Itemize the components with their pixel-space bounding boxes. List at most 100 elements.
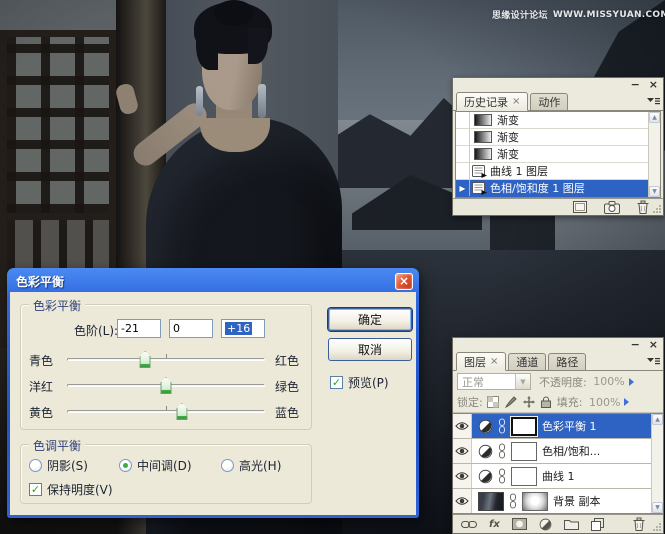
history-state-row[interactable]: 渐变 — [456, 129, 660, 146]
layer-row-color-balance[interactable]: 色彩平衡 1 — [453, 414, 663, 439]
preview-checkbox[interactable]: ✓ 预览(P) — [330, 374, 389, 391]
scroll-down-icon[interactable]: ▼ — [649, 186, 660, 197]
layer-mask-thumbnail[interactable] — [511, 417, 537, 436]
layer-row-hue-saturation[interactable]: 色相/饱和... — [453, 439, 663, 464]
checkbox-label: 保持明度(V) — [47, 481, 113, 498]
tab-history[interactable]: 历史记录 × — [456, 92, 528, 111]
history-state-label: 渐变 — [497, 129, 519, 145]
scroll-down-icon[interactable]: ▼ — [652, 502, 663, 513]
adjustment-layer-icon[interactable] — [478, 419, 493, 434]
add-layer-mask-icon[interactable] — [512, 518, 527, 530]
layer-mask-thumbnail[interactable] — [511, 467, 537, 486]
layers-scrollbar[interactable]: ▲ ▼ — [651, 414, 663, 513]
radio-highlights[interactable]: 高光(H) — [221, 457, 281, 474]
scroll-up-icon[interactable]: ▲ — [649, 112, 660, 123]
history-source-well[interactable] — [456, 129, 470, 145]
panel-menu-icon[interactable] — [646, 355, 660, 367]
adjustment-layer-icon[interactable] — [478, 444, 493, 459]
checkbox-checked-icon[interactable]: ✓ — [29, 483, 42, 496]
resize-grip[interactable] — [652, 204, 662, 214]
radio-icon[interactable] — [29, 459, 42, 472]
delete-trash-icon[interactable] — [637, 200, 649, 214]
dialog-titlebar[interactable]: 色彩平衡 × — [10, 270, 416, 292]
link-layers-chain-icon[interactable] — [461, 520, 477, 529]
radio-label: 阴影(S) — [47, 457, 88, 474]
blend-mode-select[interactable]: 正常 ▼ — [457, 373, 531, 390]
radio-midtones[interactable]: 中间调(D) — [119, 457, 192, 474]
fill-slider-arrow-icon[interactable] — [624, 398, 629, 406]
mask-link-icon[interactable] — [498, 418, 506, 434]
cancel-button[interactable]: 取消 — [328, 338, 412, 361]
preserve-luminosity-checkbox[interactable]: ✓ 保持明度(V) — [29, 481, 113, 498]
radio-shadows[interactable]: 阴影(S) — [29, 457, 88, 474]
radio-icon-selected[interactable] — [119, 459, 132, 472]
history-source-well[interactable] — [456, 112, 470, 128]
tab-layers[interactable]: 图层 × — [456, 352, 506, 371]
new-document-from-state-icon[interactable] — [573, 201, 587, 213]
mask-link-icon[interactable] — [498, 468, 506, 484]
layer-visibility-eye-icon[interactable] — [453, 439, 472, 463]
tab-channels[interactable]: 通道 — [508, 353, 546, 370]
history-source-well[interactable] — [456, 146, 470, 162]
tab-close-icon[interactable]: × — [490, 357, 498, 367]
new-layer-icon[interactable] — [591, 518, 604, 531]
new-adjustment-layer-icon[interactable] — [539, 518, 552, 531]
layer-style-fx-icon[interactable]: fx — [489, 519, 500, 530]
history-state-row[interactable]: 渐变 — [456, 112, 660, 129]
slider-thumb[interactable] — [176, 403, 187, 420]
history-source-well[interactable]: ▶ — [456, 180, 470, 196]
ok-button[interactable]: 确定 — [328, 308, 412, 331]
minimize-icon[interactable]: − — [631, 80, 640, 90]
layer-visibility-eye-icon[interactable] — [453, 464, 472, 488]
level-input-cyan-red[interactable]: -21 — [117, 319, 161, 338]
layer-row-background-copy[interactable]: 背景 副本 — [453, 489, 663, 514]
slider-track[interactable] — [67, 410, 265, 413]
radio-icon[interactable] — [221, 459, 234, 472]
mask-link-icon[interactable] — [509, 493, 517, 509]
layer-row-curves[interactable]: 曲线 1 — [453, 464, 663, 489]
layer-visibility-eye-icon[interactable] — [453, 414, 472, 438]
tab-paths[interactable]: 路径 — [548, 353, 586, 370]
scroll-up-icon[interactable]: ▲ — [652, 414, 663, 425]
layer-mask-thumbnail[interactable] — [511, 442, 537, 461]
chevron-down-icon[interactable]: ▼ — [515, 374, 530, 389]
lock-all-padlock-icon[interactable] — [541, 396, 551, 408]
opacity-value[interactable]: 100% — [591, 375, 625, 388]
lock-transparency-icon[interactable] — [487, 396, 499, 408]
dialog-close-button[interactable]: × — [395, 273, 413, 290]
new-group-folder-icon[interactable] — [564, 519, 579, 530]
level-input-magenta-green[interactable]: 0 — [169, 319, 213, 338]
slider-thumb[interactable] — [140, 351, 151, 368]
history-state-row[interactable]: 渐变 — [456, 146, 660, 163]
magenta-green-slider[interactable] — [67, 375, 265, 395]
minimize-icon[interactable]: − — [631, 340, 640, 350]
history-state-row[interactable]: 曲线 1 图层 — [456, 163, 660, 180]
layer-mask-thumbnail[interactable] — [522, 492, 548, 511]
close-icon[interactable]: × — [649, 80, 658, 90]
radio-label: 高光(H) — [239, 457, 281, 474]
layer-image-thumbnail[interactable] — [478, 492, 504, 511]
tab-close-icon[interactable]: × — [512, 97, 520, 107]
slider-track[interactable] — [67, 358, 265, 361]
adjustment-layer-icon[interactable] — [478, 469, 493, 484]
mask-link-icon[interactable] — [498, 443, 506, 459]
history-source-well[interactable] — [456, 163, 470, 179]
new-snapshot-camera-icon[interactable] — [604, 201, 620, 214]
history-state-row-selected[interactable]: ▶ 色相/饱和度 1 图层 — [456, 180, 660, 197]
level-input-yellow-blue[interactable]: +16 — [221, 319, 265, 338]
delete-trash-icon[interactable] — [633, 517, 645, 531]
resize-grip[interactable] — [652, 522, 662, 532]
cyan-red-slider[interactable] — [67, 349, 265, 369]
fill-value[interactable]: 100% — [586, 396, 620, 409]
checkbox-checked-icon[interactable]: ✓ — [330, 376, 343, 389]
close-icon[interactable]: × — [649, 340, 658, 350]
panel-menu-icon[interactable] — [646, 95, 660, 107]
layer-visibility-eye-icon[interactable] — [453, 489, 472, 513]
opacity-slider-arrow-icon[interactable] — [629, 378, 634, 386]
lock-position-move-icon[interactable] — [523, 396, 535, 408]
slider-thumb[interactable] — [161, 377, 172, 394]
lock-pixels-brush-icon[interactable] — [505, 396, 517, 408]
yellow-blue-slider[interactable] — [67, 401, 265, 421]
tab-actions[interactable]: 动作 — [530, 93, 568, 110]
history-scrollbar[interactable]: ▲ ▼ — [648, 112, 660, 197]
